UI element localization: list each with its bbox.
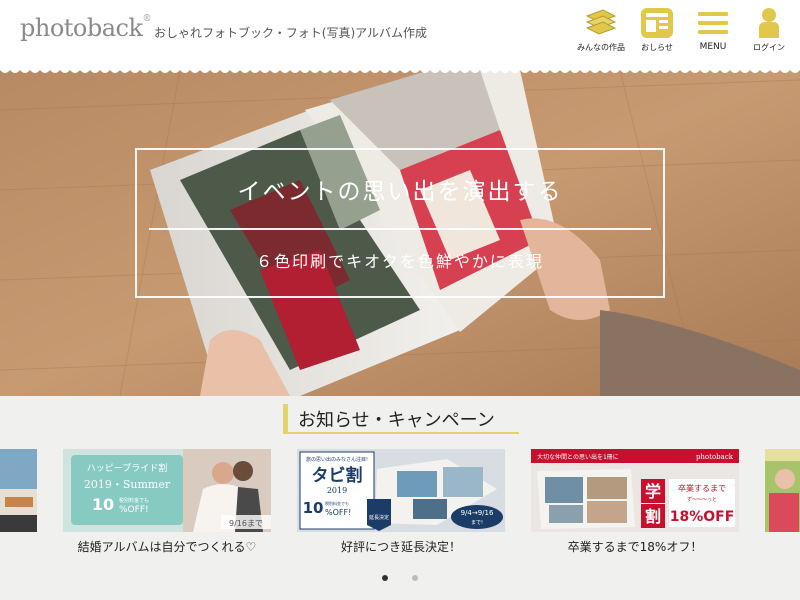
campaign-card-image <box>0 449 37 532</box>
gakuwari-kanji-top: 学 <box>645 482 661 501</box>
campaign-card[interactable]: ハッピーブライド割 2019・Summer 10 税別料金でも %OFF! 9/… <box>63 449 271 555</box>
nav-news-label: おしらせ <box>641 43 673 52</box>
bridal-end-date: 9/16まで <box>229 519 263 528</box>
tabi-tax-note: 税別料金でも <box>325 500 349 506</box>
tabi-extended-badge: 延長決定 <box>369 514 389 521</box>
nav-gallery[interactable]: みんなの作品 <box>577 6 625 53</box>
campaign-card-image: 旅の思い出のみなさん注目! タビ割 2019 10 税別料金でも %OFF! 延… <box>297 449 505 532</box>
campaign-card[interactable]: 大切な仲間との思い出を1冊に photoback 学 割 卒業するまで ず～～～… <box>531 449 739 555</box>
site-tagline: おしゃれフォトブック・フォト(写真)アルバム作成 <box>154 26 428 40</box>
tabi-discount-value: 10 <box>303 499 324 517</box>
campaign-card-image: 大切な仲間との思い出を1冊に photoback 学 割 卒業するまで ず～～～… <box>531 449 739 532</box>
nav-menu-label: MENU <box>699 42 727 52</box>
nav-login-label: ログイン <box>753 43 785 52</box>
bridal-campaign-name: ハッピーブライド割 <box>87 462 167 474</box>
carousel-pagination <box>0 575 800 581</box>
news-section: お知らせ・キャンペーン ハッピーブライド割 2019・Summer 10 税別料… <box>0 396 800 600</box>
tabi-discount-unit: %OFF! <box>325 508 351 517</box>
campaign-card-caption: 好評につき延長決定！ <box>340 540 461 554</box>
bridal-campaign-season: 2019・Summer <box>84 478 171 491</box>
hamburger-icon <box>698 12 728 34</box>
tabi-campaign-name: タビ割 <box>312 465 363 486</box>
nav-menu[interactable]: MENU <box>690 6 736 53</box>
app: photoback® おしゃれフォトブック・フォト(写真)アルバム作成 みんなの… <box>0 0 800 600</box>
nav-login[interactable]: ログイン <box>746 6 792 53</box>
campaign-card-partial-right[interactable] <box>765 449 800 532</box>
gakuwari-forever: ず～～～っと <box>687 496 717 503</box>
news-icon <box>641 8 673 38</box>
tabi-date-suffix: まで! <box>471 520 483 526</box>
news-heading: お知らせ・キャンペーン <box>283 404 519 434</box>
gakuwari-until-graduation: 卒業するまで <box>678 483 726 493</box>
user-icon <box>759 8 779 38</box>
campaign-carousel[interactable]: ハッピーブライド割 2019・Summer 10 税別料金でも %OFF! 9/… <box>0 449 800 559</box>
campaign-card-caption: 結婚アルバムは自分でつくれる♡ <box>77 540 257 554</box>
nav-gallery-label: みんなの作品 <box>577 43 625 52</box>
site-header: photoback® おしゃれフォトブック・フォト(写真)アルバム作成 みんなの… <box>0 0 800 66</box>
header-nav: みんなの作品 おしらせ MENU ログイン <box>577 6 792 53</box>
bridal-discount-unit: %OFF! <box>119 505 149 515</box>
news-title: お知らせ・キャンペーン <box>298 410 495 431</box>
logo-registered-mark: ® <box>142 14 152 24</box>
hero-text-frame: イベントの思い出を演出する ６色印刷でキオクを色鮮やかに表現 <box>135 148 665 298</box>
campaign-card[interactable]: 旅の思い出のみなさん注目! タビ割 2019 10 税別料金でも %OFF! 延… <box>297 449 505 555</box>
campaign-card-image: ハッピーブライド割 2019・Summer 10 税別料金でも %OFF! 9/… <box>63 449 271 532</box>
hero-title: イベントの思い出を演出する <box>237 179 563 205</box>
tabi-date-range: 9/4→9/16 <box>461 509 494 517</box>
gakuwari-top-line: 大切な仲間との思い出を1冊に <box>537 453 619 461</box>
tabi-campaign-top: 旅の思い出のみなさん注目! <box>306 456 368 463</box>
bridal-tax-note: 税別料金でも <box>119 497 149 504</box>
gakuwari-discount: 18%OFF <box>670 509 735 525</box>
tabi-campaign-year: 2019 <box>327 486 347 495</box>
campaign-card-caption: 卒業するまで18%オフ！ <box>567 540 703 554</box>
header-scallop-edge <box>0 62 800 73</box>
gakuwari-brand: photoback <box>696 453 734 461</box>
books-icon <box>585 9 617 35</box>
bridal-discount-value: 10 <box>92 495 114 514</box>
hero-divider <box>149 228 651 230</box>
nav-news[interactable]: おしらせ <box>634 6 680 53</box>
carousel-dot-1[interactable] <box>382 575 388 581</box>
logo-text: photoback <box>20 14 143 42</box>
hero-subtitle: ６色印刷でキオクを色鮮やかに表現 <box>256 252 544 271</box>
campaign-card-image <box>765 449 800 532</box>
hero-banner[interactable]: イベントの思い出を演出する ６色印刷でキオクを色鮮やかに表現 <box>0 70 800 396</box>
gakuwari-kanji-bottom: 割 <box>645 507 661 526</box>
logo[interactable]: photoback® <box>20 14 152 42</box>
carousel-dot-2[interactable] <box>412 575 418 581</box>
